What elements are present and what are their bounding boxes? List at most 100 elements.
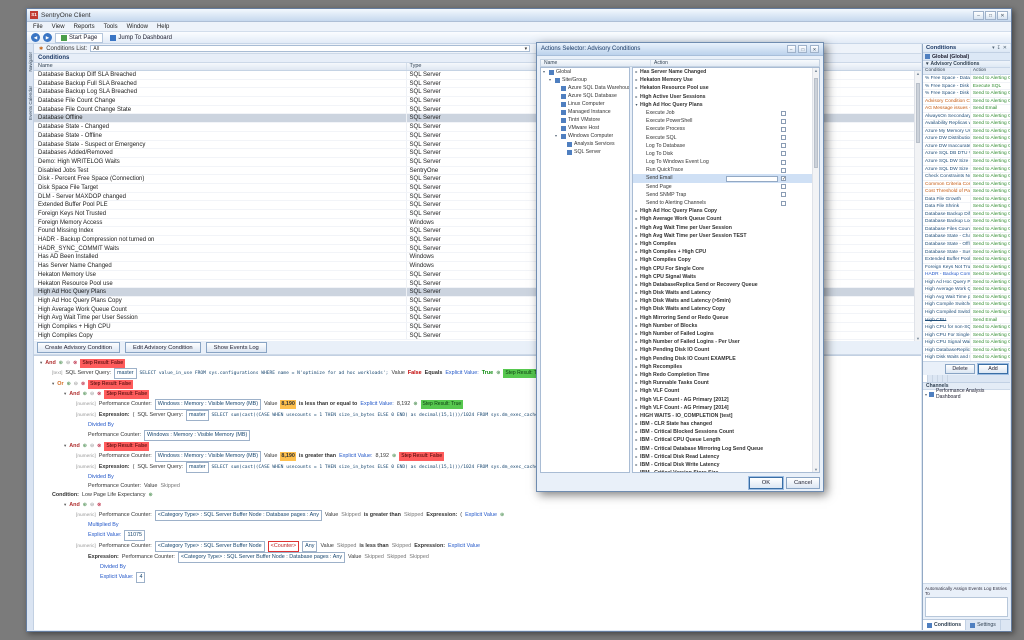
expand-icon[interactable] xyxy=(633,289,640,297)
channel-item[interactable]: ▾ Performance Analysis Dashboard xyxy=(923,390,1010,398)
table-row[interactable]: Common Criteria Compliance Enabled Send … xyxy=(923,181,1010,189)
list-item[interactable]: IBM - CLR State has changed xyxy=(633,420,812,428)
expand-icon[interactable] xyxy=(633,256,640,264)
expand-icon[interactable] xyxy=(633,240,640,248)
action-checkbox[interactable] xyxy=(781,176,786,181)
editor-segment[interactable]: Divided By xyxy=(88,473,114,482)
menu-view[interactable]: View xyxy=(52,24,65,30)
add-button[interactable]: Add xyxy=(978,364,1008,374)
action-checkbox[interactable] xyxy=(781,135,786,140)
table-row[interactable]: Database Files Count Change Send to Aler… xyxy=(923,226,1010,234)
editor-segment[interactable]: Windows : Memory : Visible Memory (MB) xyxy=(155,399,261,410)
tree-item[interactable]: Linux Computer xyxy=(541,100,629,108)
list-item[interactable]: Send Page xyxy=(633,183,812,191)
cancel-button[interactable]: Cancel xyxy=(786,477,820,489)
panel-tab[interactable]: Conditions xyxy=(923,620,966,630)
editor-segment[interactable]: Divided By xyxy=(88,421,114,430)
expand-icon[interactable] xyxy=(633,404,640,412)
table-row[interactable]: High Compile Switches Send to Alerting C… xyxy=(923,301,1010,309)
expand-icon[interactable] xyxy=(633,273,640,281)
add-icon[interactable]: ⊕ xyxy=(83,442,87,451)
table-row[interactable]: Azure DW Inaccurate Statistics Send to A… xyxy=(923,143,1010,151)
tree-item[interactable]: Site/Group xyxy=(541,76,629,84)
table-row[interactable]: Advisory Condition Cleared (% Free Space… xyxy=(923,98,1010,106)
editor-segment[interactable]: Multiplied By xyxy=(88,521,119,530)
editor-segment[interactable]: Explicit Value: xyxy=(339,452,372,461)
vertical-scrollbar[interactable]: ▲ ▼ xyxy=(812,68,819,472)
menu-reports[interactable]: Reports xyxy=(74,24,95,30)
pin-icon[interactable]: ↧ xyxy=(997,45,1001,51)
table-row[interactable]: High CPU Send Email xyxy=(923,317,1010,325)
tree-item[interactable]: Analysis Services xyxy=(541,140,629,148)
expand-icon[interactable] xyxy=(633,346,640,354)
editor-segment[interactable]: master xyxy=(186,410,208,421)
editor-segment[interactable]: Explicit Value xyxy=(448,542,480,551)
list-item[interactable]: Execute PowerShell xyxy=(633,117,812,125)
expand-icon[interactable] xyxy=(633,265,640,273)
expand-icon[interactable] xyxy=(633,355,640,363)
editor-segment[interactable]: Windows : Memory : Visible Memory (MB) xyxy=(155,451,261,462)
list-item[interactable]: High Compiles xyxy=(633,240,812,248)
remove-icon[interactable]: ⊖ xyxy=(90,390,94,399)
action-checkbox[interactable] xyxy=(781,201,786,206)
table-row[interactable]: High Avg Wait Time per User Session Send… xyxy=(923,294,1010,302)
minimize-button[interactable]: – xyxy=(973,11,984,20)
table-row[interactable]: Data File Shrink Send to Alerting Channe… xyxy=(923,203,1010,211)
list-item[interactable]: High Number of Failed Logins - Per User xyxy=(633,338,812,346)
expand-icon[interactable] xyxy=(633,420,640,428)
add-icon[interactable]: ⊕ xyxy=(83,501,87,510)
list-item[interactable]: IBM - Critical Disk Read Latency xyxy=(633,453,812,461)
menu-tools[interactable]: Tools xyxy=(104,24,118,30)
editor-segment[interactable]: master xyxy=(186,462,208,473)
expand-icon[interactable] xyxy=(633,436,640,444)
editor-segment[interactable]: <Category Type> : SQL Server Buffer Node xyxy=(155,541,265,552)
action-checkbox[interactable] xyxy=(781,184,786,189)
add-icon[interactable]: ⊕ xyxy=(496,369,500,378)
close-icon[interactable]: ✕ xyxy=(810,45,819,53)
add-icon[interactable]: ⊕ xyxy=(59,359,63,368)
expand-icon[interactable] xyxy=(633,248,640,256)
settings-tab[interactable] xyxy=(943,375,948,382)
expand-icon[interactable] xyxy=(633,68,640,76)
action-checkbox[interactable] xyxy=(781,143,786,148)
expand-icon[interactable] xyxy=(633,379,640,387)
editor-segment[interactable]: <Category Type> : SQL Server Buffer Node… xyxy=(178,552,345,563)
column-header-condition[interactable]: Condition xyxy=(923,68,971,74)
expand-icon[interactable] xyxy=(633,453,640,461)
tab-start-page[interactable]: Start Page xyxy=(55,33,103,43)
list-item[interactable]: High CPU For Single Core xyxy=(633,265,812,273)
table-row[interactable]: Database State - Offline Send to Alertin… xyxy=(923,241,1010,249)
advisory-conditions-section-header[interactable]: ▾ Advisory Conditions xyxy=(923,61,1010,68)
editor-segment[interactable]: And xyxy=(45,359,55,368)
tree-item[interactable]: Azure SQL Database xyxy=(541,92,629,100)
table-row[interactable]: High CPU Signal Waits Send to Alerting C… xyxy=(923,339,1010,347)
action-checkbox[interactable] xyxy=(781,119,786,124)
expand-icon[interactable] xyxy=(633,93,640,101)
table-row[interactable]: Foreign Keys Not Trusted Send to Alertin… xyxy=(923,264,1010,272)
editor-segment[interactable]: And xyxy=(69,501,79,510)
expand-icon[interactable] xyxy=(633,76,640,84)
assign-events-box[interactable] xyxy=(925,597,1008,617)
list-item[interactable]: IBM - Critical Version Store Size xyxy=(633,469,812,473)
forward-icon[interactable]: ▶ xyxy=(43,33,52,42)
tree-item[interactable]: VMware Host xyxy=(541,124,629,132)
scroll-down-icon[interactable]: ▼ xyxy=(915,336,921,341)
list-item[interactable]: Log To Database xyxy=(633,142,812,150)
table-row[interactable]: Extended Buffer Pool PLE Send to Alertin… xyxy=(923,256,1010,264)
table-row[interactable]: Azure SQL DB DTU % Send to Alerting Chan… xyxy=(923,150,1010,158)
add-icon[interactable]: ⊕ xyxy=(413,400,417,409)
remove-icon[interactable]: ⊖ xyxy=(90,442,94,451)
delete-icon[interactable]: ⊗ xyxy=(97,442,101,451)
table-row[interactable]: High CPU For Single Core Send to Alertin… xyxy=(923,332,1010,340)
editor-segment[interactable]: Explicit Value: xyxy=(88,531,121,540)
expand-icon[interactable] xyxy=(633,461,640,469)
list-item[interactable]: High Compiles + High CPU xyxy=(633,248,812,256)
list-item[interactable]: High Active User Sessions xyxy=(633,93,812,101)
tree-item[interactable]: Windows Computer xyxy=(541,132,629,140)
scroll-up-icon[interactable]: ▲ xyxy=(915,71,921,76)
table-row[interactable]: HADR - Backup Compression not turned on … xyxy=(923,271,1010,279)
close-button[interactable]: ✕ xyxy=(997,11,1008,20)
list-item[interactable]: High Disk Waits and Latency Copy xyxy=(633,305,812,313)
table-row[interactable]: Azure SQL DW Size (%) Send to Alerting C… xyxy=(923,158,1010,166)
list-item[interactable]: High DatabaseReplica Send or Recovery Qu… xyxy=(633,281,812,289)
